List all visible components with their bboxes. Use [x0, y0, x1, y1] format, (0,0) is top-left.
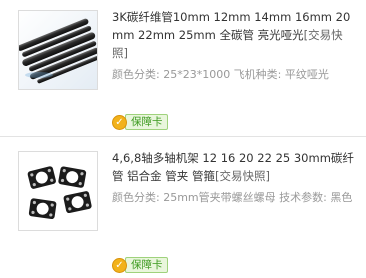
- guarantee-check-icon: ✓: [112, 114, 127, 130]
- product-thumbnail-carbon-tubes[interactable]: [18, 10, 98, 90]
- guarantee-card-label: 保障卡: [125, 114, 168, 130]
- order-details: 3K碳纤维管10mm 12mm 14mm 16mm 20mm 22mm 25mm…: [112, 8, 358, 84]
- carbon-fiber-tubes-image: [19, 11, 97, 89]
- guarantee-card-label: 保障卡: [125, 257, 168, 273]
- guarantee-check-icon: ✓: [112, 257, 127, 273]
- order-item: 4,6,8轴多轴机架 12 16 20 22 25 30mm碳纤管 铝合金 管夹…: [0, 137, 366, 278]
- snapshot-link[interactable]: [交易快照]: [215, 169, 270, 183]
- sku-attributes: 颜色分类: 25*23*1000 飞机种类: 平纹哑光: [112, 68, 329, 81]
- tube-clamps-image: [19, 152, 97, 230]
- product-title[interactable]: 4,6,8轴多轴机架 12 16 20 22 25 30mm碳纤管 铝合金 管夹…: [112, 149, 358, 185]
- sku-attributes: 颜色分类: 25mm管夹带螺丝螺母 技术参数: 黑色: [112, 191, 353, 204]
- product-thumbnail-tube-clamps[interactable]: [18, 151, 98, 231]
- guarantee-card-badge[interactable]: ✓ 保障卡: [112, 114, 168, 130]
- order-list: 3K碳纤维管10mm 12mm 14mm 16mm 20mm 22mm 25mm…: [0, 0, 366, 278]
- product-title[interactable]: 3K碳纤维管10mm 12mm 14mm 16mm 20mm 22mm 25mm…: [112, 8, 358, 62]
- order-details: 4,6,8轴多轴机架 12 16 20 22 25 30mm碳纤管 铝合金 管夹…: [112, 149, 358, 207]
- guarantee-card-badge[interactable]: ✓ 保障卡: [112, 257, 168, 273]
- order-item: 3K碳纤维管10mm 12mm 14mm 16mm 20mm 22mm 25mm…: [0, 0, 366, 136]
